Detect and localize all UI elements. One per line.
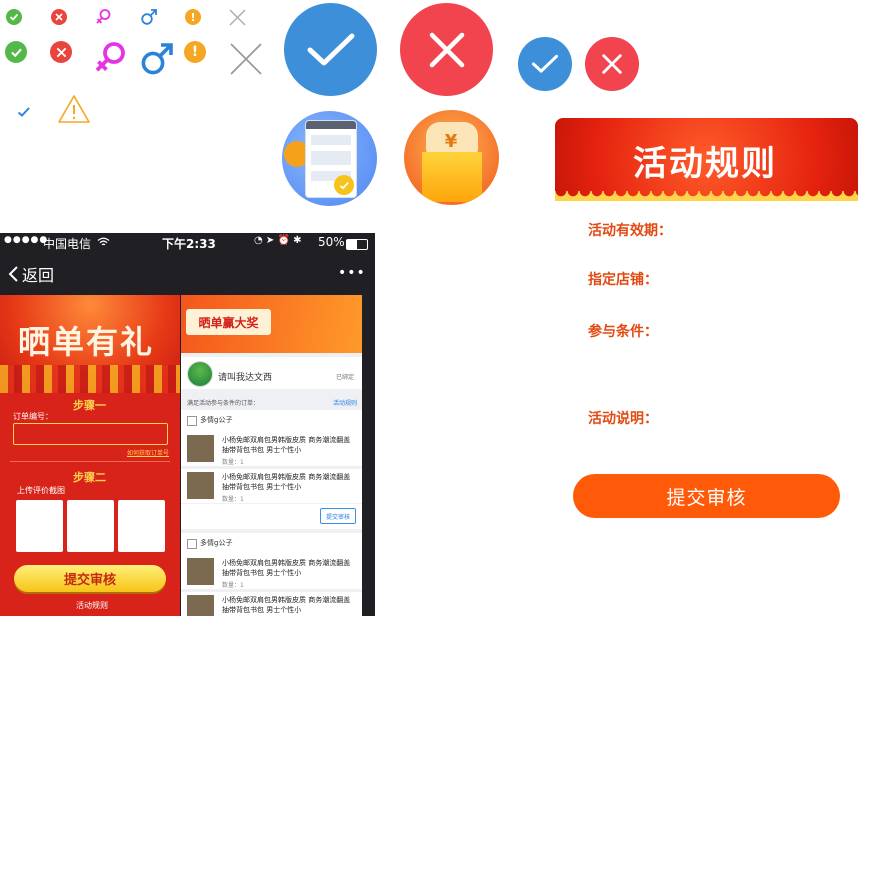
list-item[interactable]: 小杨免邮双肩包男韩版皮质 商务潮流翻盖抽带背包书包 男士个性小 数量：1 — [181, 469, 362, 503]
submit-button[interactable]: 提交审核 — [14, 565, 166, 592]
submit-label: 提交审核 — [63, 573, 116, 588]
list-item[interactable]: 小杨免邮双肩包男韩版皮质 商务潮流翻盖抽带背包书包 男士个性小 — [181, 592, 362, 616]
user-name: 请叫我达文西 — [218, 373, 273, 383]
wifi-icon — [97, 237, 110, 246]
eligible-label: 满足活动参与条件的订单： — [187, 400, 260, 407]
product-thumbnail — [187, 595, 214, 616]
male-icon — [141, 43, 173, 75]
description-label: 活动说明： — [588, 411, 658, 427]
more-button[interactable]: ••• — [338, 265, 366, 281]
how-to-get-order-link[interactable]: 如何获取订单号 — [127, 448, 169, 457]
chevron-left-icon — [8, 266, 18, 282]
close-circle-icon — [50, 41, 72, 63]
list-item[interactable]: 小杨免邮双肩包男韩版皮质 商务潮流翻盖抽带背包书包 男士个性小 数量：1 — [181, 555, 362, 589]
small-check-circle-icon — [518, 37, 572, 91]
upload-label: 上传评价截图 — [17, 486, 65, 495]
rules-link[interactable]: 活动规则 — [333, 398, 357, 407]
win-prize-page: 晒单赢大奖 请叫我达文西 已绑定 满足活动参与条件的订单： 活动规则 多情g公子… — [181, 295, 362, 616]
status-icons: ◔ ➤ ⏰ ✱ — [254, 235, 302, 246]
shop-icon — [187, 539, 197, 549]
battery-icon — [346, 239, 368, 250]
banner-title: 晒单有礼 — [18, 323, 155, 361]
exclamation-icon: ! — [184, 41, 206, 63]
red-packet-icon: ¥ — [404, 110, 499, 205]
x-icon — [229, 9, 246, 26]
shop-name: 多情g公子 — [200, 539, 233, 547]
submit-label: 提交审核 — [666, 486, 747, 509]
signal-dots-icon: ●●●●● — [4, 235, 49, 245]
submit-button[interactable]: 提交审核 — [573, 474, 840, 518]
close-circle-icon — [51, 9, 67, 25]
validity-label: 活动有效期： — [588, 223, 672, 239]
product-thumbnail — [187, 472, 214, 499]
battery-percent: 50% — [318, 235, 345, 249]
back-label: 返回 — [22, 266, 55, 285]
female-icon — [96, 9, 111, 24]
female-icon — [95, 42, 125, 72]
bind-status: 已绑定 — [336, 374, 355, 381]
list-item[interactable]: 小杨免邮双肩包男韩版皮质 商务潮流翻盖抽带背包书包 男士个性小 数量：1 — [181, 432, 362, 466]
upload-slot[interactable] — [16, 500, 63, 552]
share-order-page: 晒单有礼 步骤一 订单编号： 如何获取订单号 步骤二 上传评价截图 提交审核 活… — [0, 295, 180, 616]
back-button[interactable]: 返回 — [8, 263, 54, 285]
nav-bar: 返回 ••• — [0, 253, 375, 293]
step2-label: 步骤二 — [73, 471, 106, 484]
rules-link[interactable]: 活动规则 — [76, 600, 108, 611]
product-thumbnail — [187, 435, 214, 462]
upload-slot[interactable] — [67, 500, 114, 552]
check-circle-icon — [6, 9, 22, 25]
carrier-label: 中国电信 — [43, 237, 92, 251]
big-check-circle-icon — [284, 3, 377, 96]
warning-triangle-icon — [58, 95, 90, 123]
exclamation-icon: ! — [185, 9, 201, 25]
rules-title: 活动规则 — [633, 144, 777, 184]
shop-name: 多情g公子 — [200, 416, 233, 424]
phone-screen: ●●●●● 中国电信 下午2:33 ◔ ➤ ⏰ ✱ 50% 返回 ••• 晒单有… — [0, 233, 375, 616]
product-thumbnail — [187, 558, 214, 585]
submit-review-button[interactable]: 提交审核 — [320, 508, 356, 524]
store-label: 指定店铺： — [588, 272, 658, 288]
submit-review-label: 提交审核 — [325, 513, 350, 521]
big-close-circle-icon — [400, 3, 493, 96]
shop-icon — [187, 416, 197, 426]
checkmark-icon — [17, 107, 30, 117]
order-no-label: 订单编号： — [13, 412, 53, 421]
small-close-circle-icon — [585, 37, 639, 91]
check-circle-icon — [5, 41, 27, 63]
clock-label: 下午2:33 — [162, 237, 216, 251]
male-icon — [141, 9, 157, 25]
step1-label: 步骤一 — [73, 399, 106, 412]
order-no-input[interactable] — [13, 423, 168, 445]
rules-banner: 活动规则 — [555, 118, 858, 201]
condition-label: 参与条件： — [588, 324, 658, 340]
banner-title: 晒单赢大奖 — [198, 315, 259, 330]
status-bar: ●●●●● 中国电信 下午2:33 ◔ ➤ ⏰ ✱ 50% — [0, 233, 375, 253]
upload-slot[interactable] — [118, 500, 165, 552]
order-document-icon — [282, 111, 377, 206]
avatar — [187, 361, 213, 387]
x-icon — [230, 43, 262, 75]
